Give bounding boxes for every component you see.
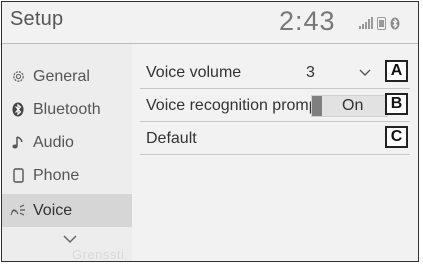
sidebar: Grenssti General Bluetooth Audio Phone V… — [2, 44, 132, 262]
bluetooth-icon — [390, 17, 400, 29]
header-bar: Setup 2:43 — [2, 2, 418, 44]
page-title: Setup — [10, 8, 64, 30]
clock: 2:43 — [279, 6, 336, 36]
screen: Setup 2:43 Grenssti General Bluetooth Au… — [0, 0, 423, 264]
chevron-down-icon[interactable] — [358, 68, 372, 78]
sidebar-item-label: General — [33, 67, 90, 85]
chevron-down-icon[interactable] — [60, 232, 80, 246]
music-note-icon — [10, 135, 26, 151]
signal-icon — [359, 17, 373, 29]
phone-icon — [10, 168, 26, 184]
annotation-marker-b: B — [385, 93, 408, 115]
sidebar-item-audio[interactable]: Audio — [2, 126, 132, 159]
sidebar-item-label: Bluetooth — [33, 100, 101, 118]
settings-list: Voice volume 3 Voice recognition prompts… — [132, 44, 418, 261]
voice-volume-row[interactable]: Voice volume 3 — [140, 58, 410, 89]
sidebar-item-bluetooth[interactable]: Bluetooth — [2, 93, 132, 126]
voice-volume-value: 3 — [306, 64, 315, 81]
voice-prompts-toggle[interactable]: On — [311, 95, 388, 117]
row-label: Voice recognition prompts — [146, 97, 331, 114]
sidebar-item-general[interactable]: General — [2, 60, 132, 93]
annotation-marker-a: A — [385, 60, 408, 82]
gear-icon — [10, 69, 26, 85]
row-label: Voice volume — [146, 64, 242, 81]
toggle-indicator — [312, 96, 322, 116]
map-background-text: Grenssti — [72, 247, 125, 262]
voice-recognition-prompts-row[interactable]: Voice recognition prompts On — [140, 91, 410, 122]
toggle-state: On — [342, 97, 364, 114]
sidebar-item-label: Phone — [33, 166, 80, 184]
annotation-marker-c: C — [385, 126, 408, 148]
status-icons — [359, 16, 400, 30]
phone-battery-icon — [377, 16, 386, 30]
sidebar-item-phone[interactable]: Phone — [2, 159, 132, 192]
bluetooth-icon — [10, 102, 26, 118]
row-label: Default — [146, 130, 197, 147]
display-frame: Setup 2:43 Grenssti General Bluetooth Au… — [1, 1, 419, 262]
sidebar-item-label: Voice — [33, 201, 73, 219]
sidebar-item-voice[interactable]: Voice — [2, 194, 132, 227]
sidebar-item-label: Audio — [33, 133, 74, 151]
default-row[interactable]: Default — [140, 124, 410, 155]
voice-icon — [10, 203, 26, 219]
